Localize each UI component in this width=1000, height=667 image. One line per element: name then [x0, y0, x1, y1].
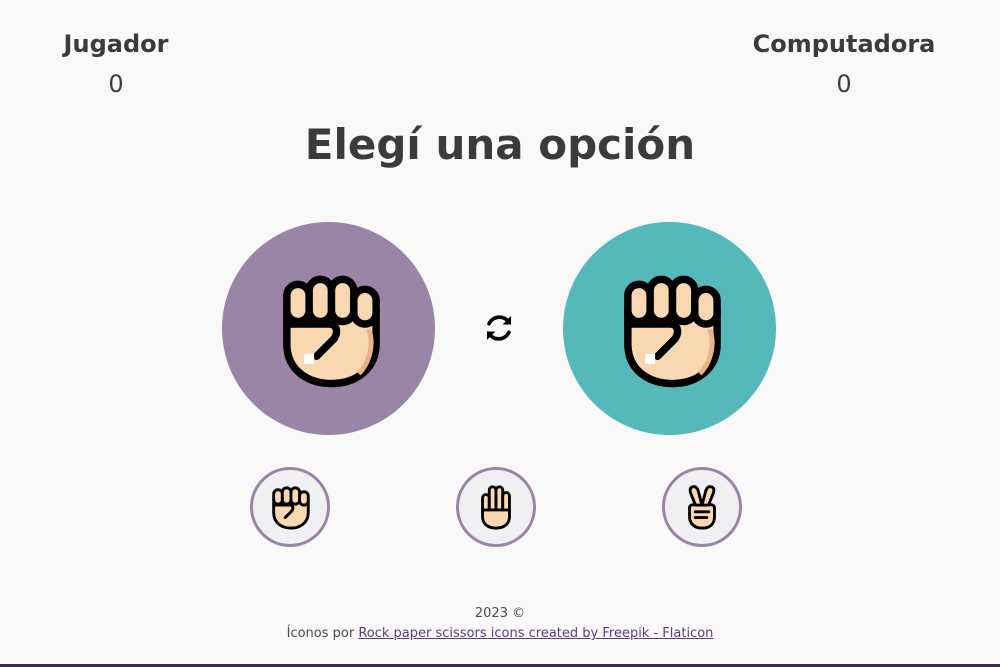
rock-button[interactable]: [250, 467, 330, 547]
copyright-text: 2023 ©: [474, 606, 526, 621]
player-score-panel: Jugador 0: [0, 28, 236, 100]
computer-label: Computadora: [752, 30, 936, 58]
credits-line: Íconos por Rock paper scissors icons cre…: [0, 624, 1000, 644]
rock-fist-icon: [623, 275, 721, 387]
refresh-icon: [480, 309, 518, 347]
scissors-button[interactable]: [662, 467, 742, 547]
scissors-hand-icon: [688, 485, 716, 530]
rock-fist-icon: [282, 275, 380, 387]
computer-score-panel: Computadora 0: [724, 28, 964, 100]
paper-button[interactable]: [456, 467, 536, 547]
credits-prefix: Íconos por: [286, 626, 359, 641]
paper-hand-icon: [481, 485, 511, 530]
rock-fist-icon: [272, 486, 310, 530]
player-label: Jugador: [63, 30, 169, 58]
player-hand-display: [222, 222, 435, 435]
footer: 2023 © Íconos por Rock paper scissors ic…: [0, 604, 1000, 644]
page-title: Elegí una opción: [304, 120, 696, 169]
computer-score: 0: [836, 70, 852, 98]
computer-hand-display: [563, 222, 776, 435]
player-score: 0: [108, 70, 124, 98]
credits-link[interactable]: Rock paper scissors icons created by Fre…: [358, 626, 713, 641]
